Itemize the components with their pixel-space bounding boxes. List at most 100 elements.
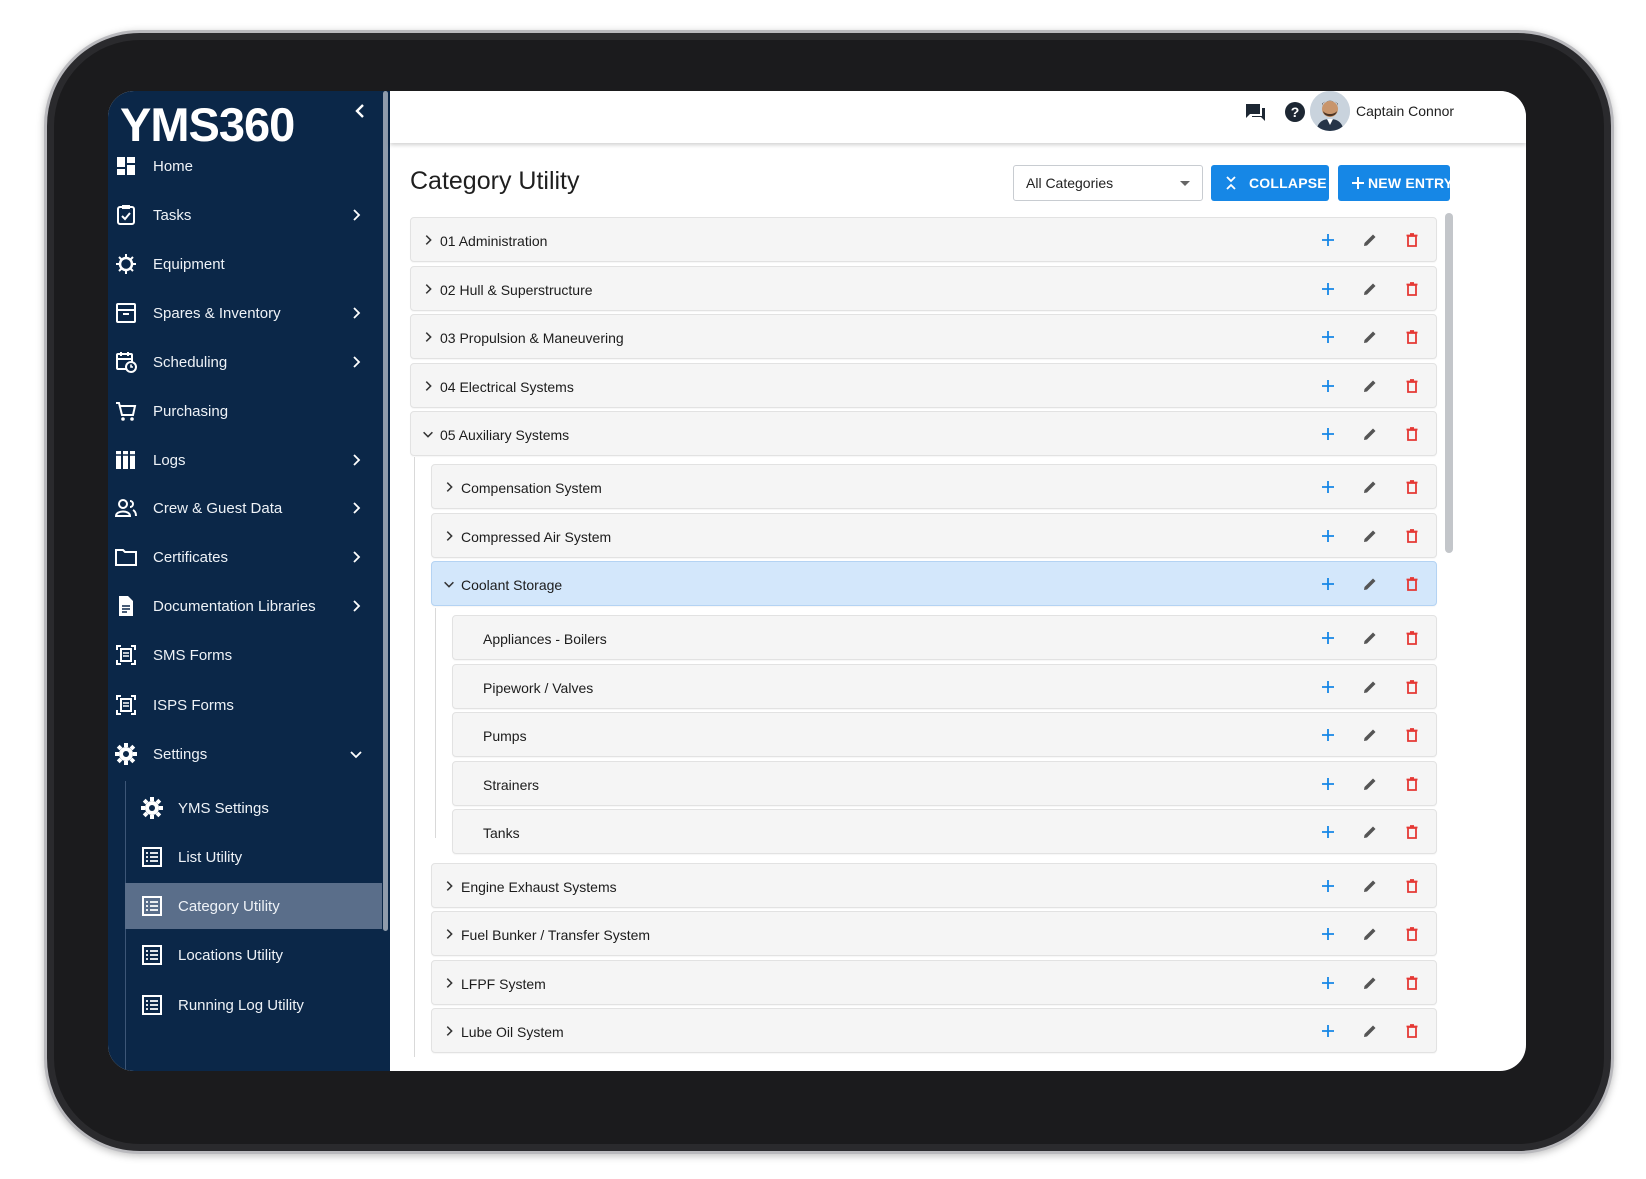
delete-trash-icon[interactable]: [1403, 775, 1421, 793]
add-child-icon[interactable]: [1319, 425, 1337, 443]
add-child-icon[interactable]: [1319, 629, 1337, 647]
sidebar-item-certificates[interactable]: Certificates: [108, 534, 390, 580]
delete-trash-icon[interactable]: [1403, 575, 1421, 593]
add-child-icon[interactable]: [1319, 823, 1337, 841]
delete-trash-icon[interactable]: [1403, 726, 1421, 744]
expand-chevron-right-icon[interactable]: [442, 480, 456, 494]
delete-trash-icon[interactable]: [1403, 974, 1421, 992]
sidebar-item-settings[interactable]: Settings: [108, 731, 390, 777]
delete-trash-icon[interactable]: [1403, 478, 1421, 496]
collapse-button[interactable]: COLLAPSE: [1211, 165, 1329, 201]
edit-pencil-icon[interactable]: [1361, 877, 1379, 895]
edit-pencil-icon[interactable]: [1361, 726, 1379, 744]
tree-row-03-propulsion-maneuvering[interactable]: 03 Propulsion & Maneuvering: [410, 314, 1437, 359]
delete-trash-icon[interactable]: [1403, 877, 1421, 895]
edit-pencil-icon[interactable]: [1361, 527, 1379, 545]
tree-row-05-auxiliary-systems[interactable]: 05 Auxiliary Systems: [410, 411, 1437, 456]
expand-chevron-right-icon[interactable]: [421, 379, 435, 393]
add-child-icon[interactable]: [1319, 775, 1337, 793]
delete-trash-icon[interactable]: [1403, 527, 1421, 545]
edit-pencil-icon[interactable]: [1361, 974, 1379, 992]
user-avatar[interactable]: [1310, 91, 1350, 131]
expand-chevron-down-icon[interactable]: [421, 427, 435, 441]
edit-pencil-icon[interactable]: [1361, 775, 1379, 793]
add-child-icon[interactable]: [1319, 231, 1337, 249]
add-child-icon[interactable]: [1319, 877, 1337, 895]
add-child-icon[interactable]: [1319, 925, 1337, 943]
sidebar-subitem-yms-settings[interactable]: YMS Settings: [108, 785, 390, 831]
edit-pencil-icon[interactable]: [1361, 823, 1379, 841]
edit-pencil-icon[interactable]: [1361, 629, 1379, 647]
add-child-icon[interactable]: [1319, 575, 1337, 593]
expand-chevron-right-icon[interactable]: [421, 282, 435, 296]
expand-chevron-right-icon[interactable]: [442, 1024, 456, 1038]
edit-pencil-icon[interactable]: [1361, 328, 1379, 346]
sidebar-item-isps-forms[interactable]: ISPS Forms: [108, 682, 390, 728]
edit-pencil-icon[interactable]: [1361, 575, 1379, 593]
delete-trash-icon[interactable]: [1403, 925, 1421, 943]
sidebar-item-home[interactable]: Home: [108, 143, 390, 189]
delete-trash-icon[interactable]: [1403, 231, 1421, 249]
add-child-icon[interactable]: [1319, 328, 1337, 346]
sidebar-subitem-running-log-utility[interactable]: Running Log Utility: [108, 982, 390, 1028]
tree-row-02-hull-superstructure[interactable]: 02 Hull & Superstructure: [410, 266, 1437, 311]
add-child-icon[interactable]: [1319, 726, 1337, 744]
add-child-icon[interactable]: [1319, 974, 1337, 992]
sidebar-item-scheduling[interactable]: Scheduling: [108, 339, 390, 385]
tree-row-compensation-system[interactable]: Compensation System: [431, 464, 1437, 509]
expand-chevron-right-icon[interactable]: [421, 330, 435, 344]
sidebar-subitem-category-utility[interactable]: Category Utility: [125, 883, 390, 929]
expand-chevron-right-icon[interactable]: [442, 879, 456, 893]
user-name[interactable]: Captain Connor: [1356, 103, 1454, 119]
add-child-icon[interactable]: [1319, 527, 1337, 545]
sidebar-scrollbar[interactable]: [382, 91, 390, 1071]
delete-trash-icon[interactable]: [1403, 1022, 1421, 1040]
add-child-icon[interactable]: [1319, 478, 1337, 496]
tree-row-strainers[interactable]: Strainers: [452, 761, 1437, 806]
expand-chevron-right-icon[interactable]: [442, 529, 456, 543]
edit-pencil-icon[interactable]: [1361, 280, 1379, 298]
chat-icon[interactable]: [1242, 99, 1268, 125]
tree-row-fuel-bunker-transfer-system[interactable]: Fuel Bunker / Transfer System: [431, 911, 1437, 956]
delete-trash-icon[interactable]: [1403, 629, 1421, 647]
collapse-sidebar-icon[interactable]: [350, 101, 370, 121]
sidebar-item-crew-guest-data[interactable]: Crew & Guest Data: [108, 485, 390, 531]
tree-row-tanks[interactable]: Tanks: [452, 809, 1437, 854]
content-scrollbar-thumb[interactable]: [1445, 213, 1453, 553]
tree-row-engine-exhaust-systems[interactable]: Engine Exhaust Systems: [431, 863, 1437, 908]
tree-row-compressed-air-system[interactable]: Compressed Air System: [431, 513, 1437, 558]
delete-trash-icon[interactable]: [1403, 678, 1421, 696]
sidebar-item-logs[interactable]: Logs: [108, 437, 390, 483]
new-entry-button[interactable]: NEW ENTRY: [1338, 165, 1453, 201]
expand-chevron-down-icon[interactable]: [442, 577, 456, 591]
sidebar-scroll-thumb[interactable]: [383, 91, 388, 931]
delete-trash-icon[interactable]: [1403, 377, 1421, 395]
delete-trash-icon[interactable]: [1403, 823, 1421, 841]
tree-row-04-electrical-systems[interactable]: 04 Electrical Systems: [410, 363, 1437, 408]
tree-row-pumps[interactable]: Pumps: [452, 712, 1437, 757]
delete-trash-icon[interactable]: [1403, 280, 1421, 298]
sidebar-item-documentation-libraries[interactable]: Documentation Libraries: [108, 583, 390, 629]
edit-pencil-icon[interactable]: [1361, 1022, 1379, 1040]
edit-pencil-icon[interactable]: [1361, 478, 1379, 496]
edit-pencil-icon[interactable]: [1361, 231, 1379, 249]
sidebar-subitem-locations-utility[interactable]: Locations Utility: [108, 932, 390, 978]
sidebar-item-sms-forms[interactable]: SMS Forms: [108, 632, 390, 678]
category-filter-select[interactable]: All Categories: [1013, 165, 1203, 201]
edit-pencil-icon[interactable]: [1361, 925, 1379, 943]
tree-row-lube-oil-system[interactable]: Lube Oil System: [431, 1008, 1437, 1053]
add-child-icon[interactable]: [1319, 280, 1337, 298]
delete-trash-icon[interactable]: [1403, 425, 1421, 443]
sidebar-item-tasks[interactable]: Tasks: [108, 192, 390, 238]
sidebar-item-purchasing[interactable]: Purchasing: [108, 388, 390, 434]
expand-chevron-right-icon[interactable]: [442, 927, 456, 941]
edit-pencil-icon[interactable]: [1361, 377, 1379, 395]
tree-row-lfpf-system[interactable]: LFPF System: [431, 960, 1437, 1005]
tree-row-pipework-valves[interactable]: Pipework / Valves: [452, 664, 1437, 709]
tree-row-01-administration[interactable]: 01 Administration: [410, 217, 1437, 262]
add-child-icon[interactable]: [1319, 1022, 1337, 1040]
edit-pencil-icon[interactable]: [1361, 678, 1379, 696]
tree-row-coolant-storage[interactable]: Coolant Storage: [431, 561, 1437, 606]
sidebar-subitem-list-utility[interactable]: List Utility: [108, 834, 390, 880]
sidebar-item-equipment[interactable]: Equipment: [108, 241, 390, 287]
